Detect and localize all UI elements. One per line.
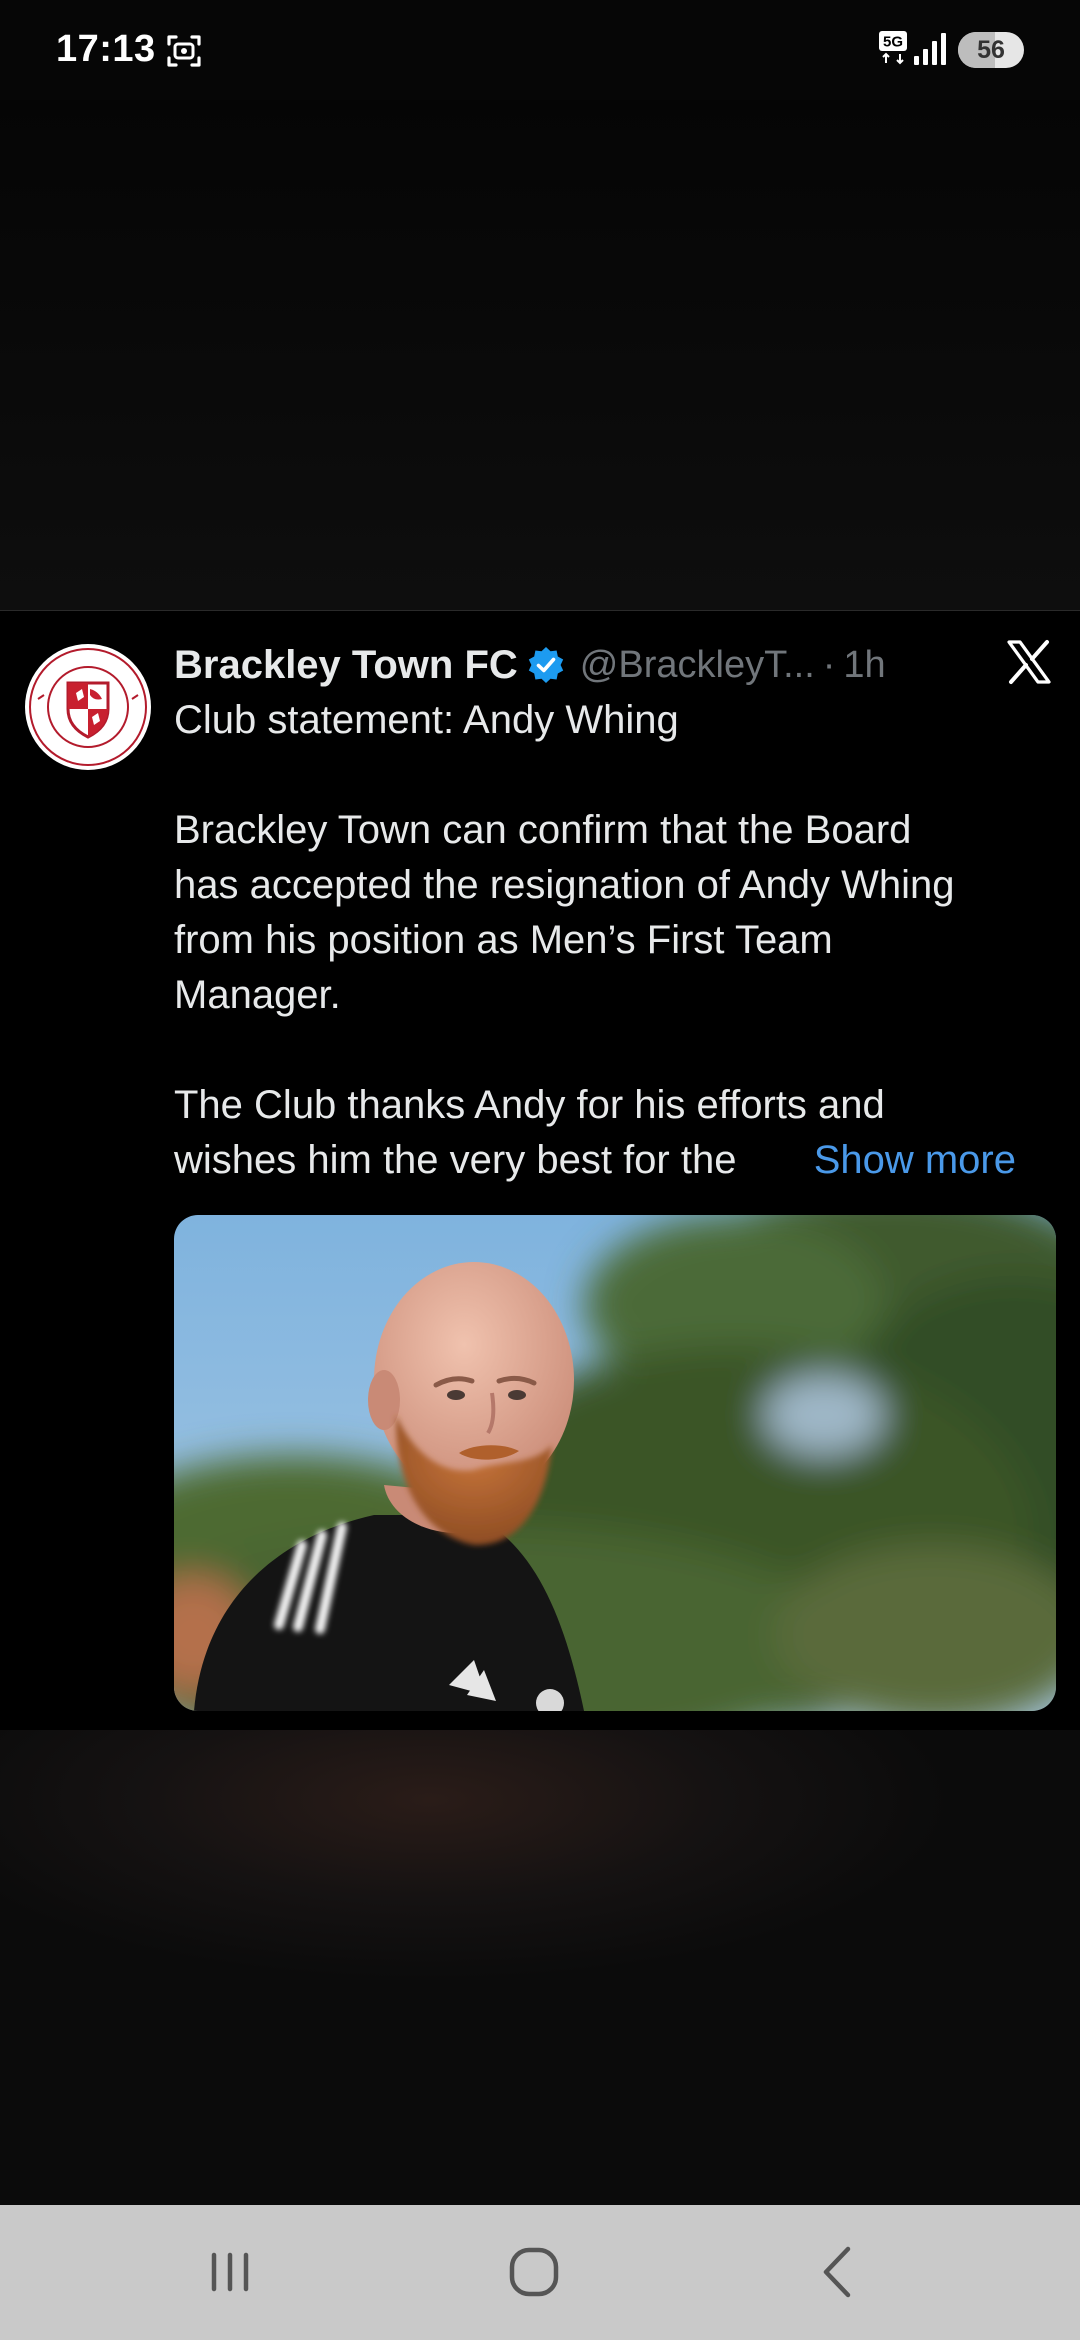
svg-text:5G: 5G [883,34,903,51]
tweet-card[interactable]: Brackley Town FC @BrackleyT... · 1h Club… [0,610,1080,1731]
screen: 17:13 5G 56 Brackley Town FC @BrackleyT.… [0,0,1080,2340]
author-name[interactable]: Brackley Town FC [174,643,518,688]
network-5g-icon: 5G [879,31,907,65]
signal-icon [914,33,946,65]
battery-icon: 56 [958,32,1024,68]
tweet-text-line: Brackley Town can confirm that the Board [174,808,912,852]
tweet-text-line: from his position as Men’s First Team [174,918,833,962]
dimmed-background-bottom[interactable] [0,1730,1080,2205]
tweet-photo[interactable] [174,1215,1056,1711]
navigation-bar [0,2205,1080,2340]
tweet-title-line: Club statement: Andy Whing [174,698,679,742]
home-icon[interactable] [494,2237,574,2307]
recent-apps-icon[interactable] [190,2237,270,2307]
tweet-text-line: has accepted the resignation of Andy Whi… [174,863,955,907]
club-crest-avatar[interactable] [24,643,152,771]
x-logo-icon[interactable] [1006,639,1052,685]
status-time: 17:13 [56,28,156,70]
tweet-age[interactable]: 1h [843,644,885,687]
tweet-text-line: wishes him the very best for the [174,1138,737,1182]
verified-badge-icon [528,647,563,683]
tweet-text-line: The Club thanks Andy for his efforts and [174,1083,885,1127]
screenshot-icon [167,35,201,67]
dimmed-background-top[interactable] [0,100,1080,610]
battery-level: 56 [977,36,1005,64]
author-handle[interactable]: @BrackleyT... [580,644,815,687]
tweet-text[interactable]: Club statement: Andy Whing Brackley Town… [174,693,1054,1188]
separator-dot: · [822,643,836,686]
status-bar: 17:13 5G 56 [0,0,1080,100]
tweet-text-line: Manager. [174,973,341,1017]
back-icon[interactable] [798,2237,878,2307]
tweet-header: Brackley Town FC @BrackleyT... · 1h [174,637,886,693]
show-more-link[interactable]: Show more [814,1133,1016,1188]
